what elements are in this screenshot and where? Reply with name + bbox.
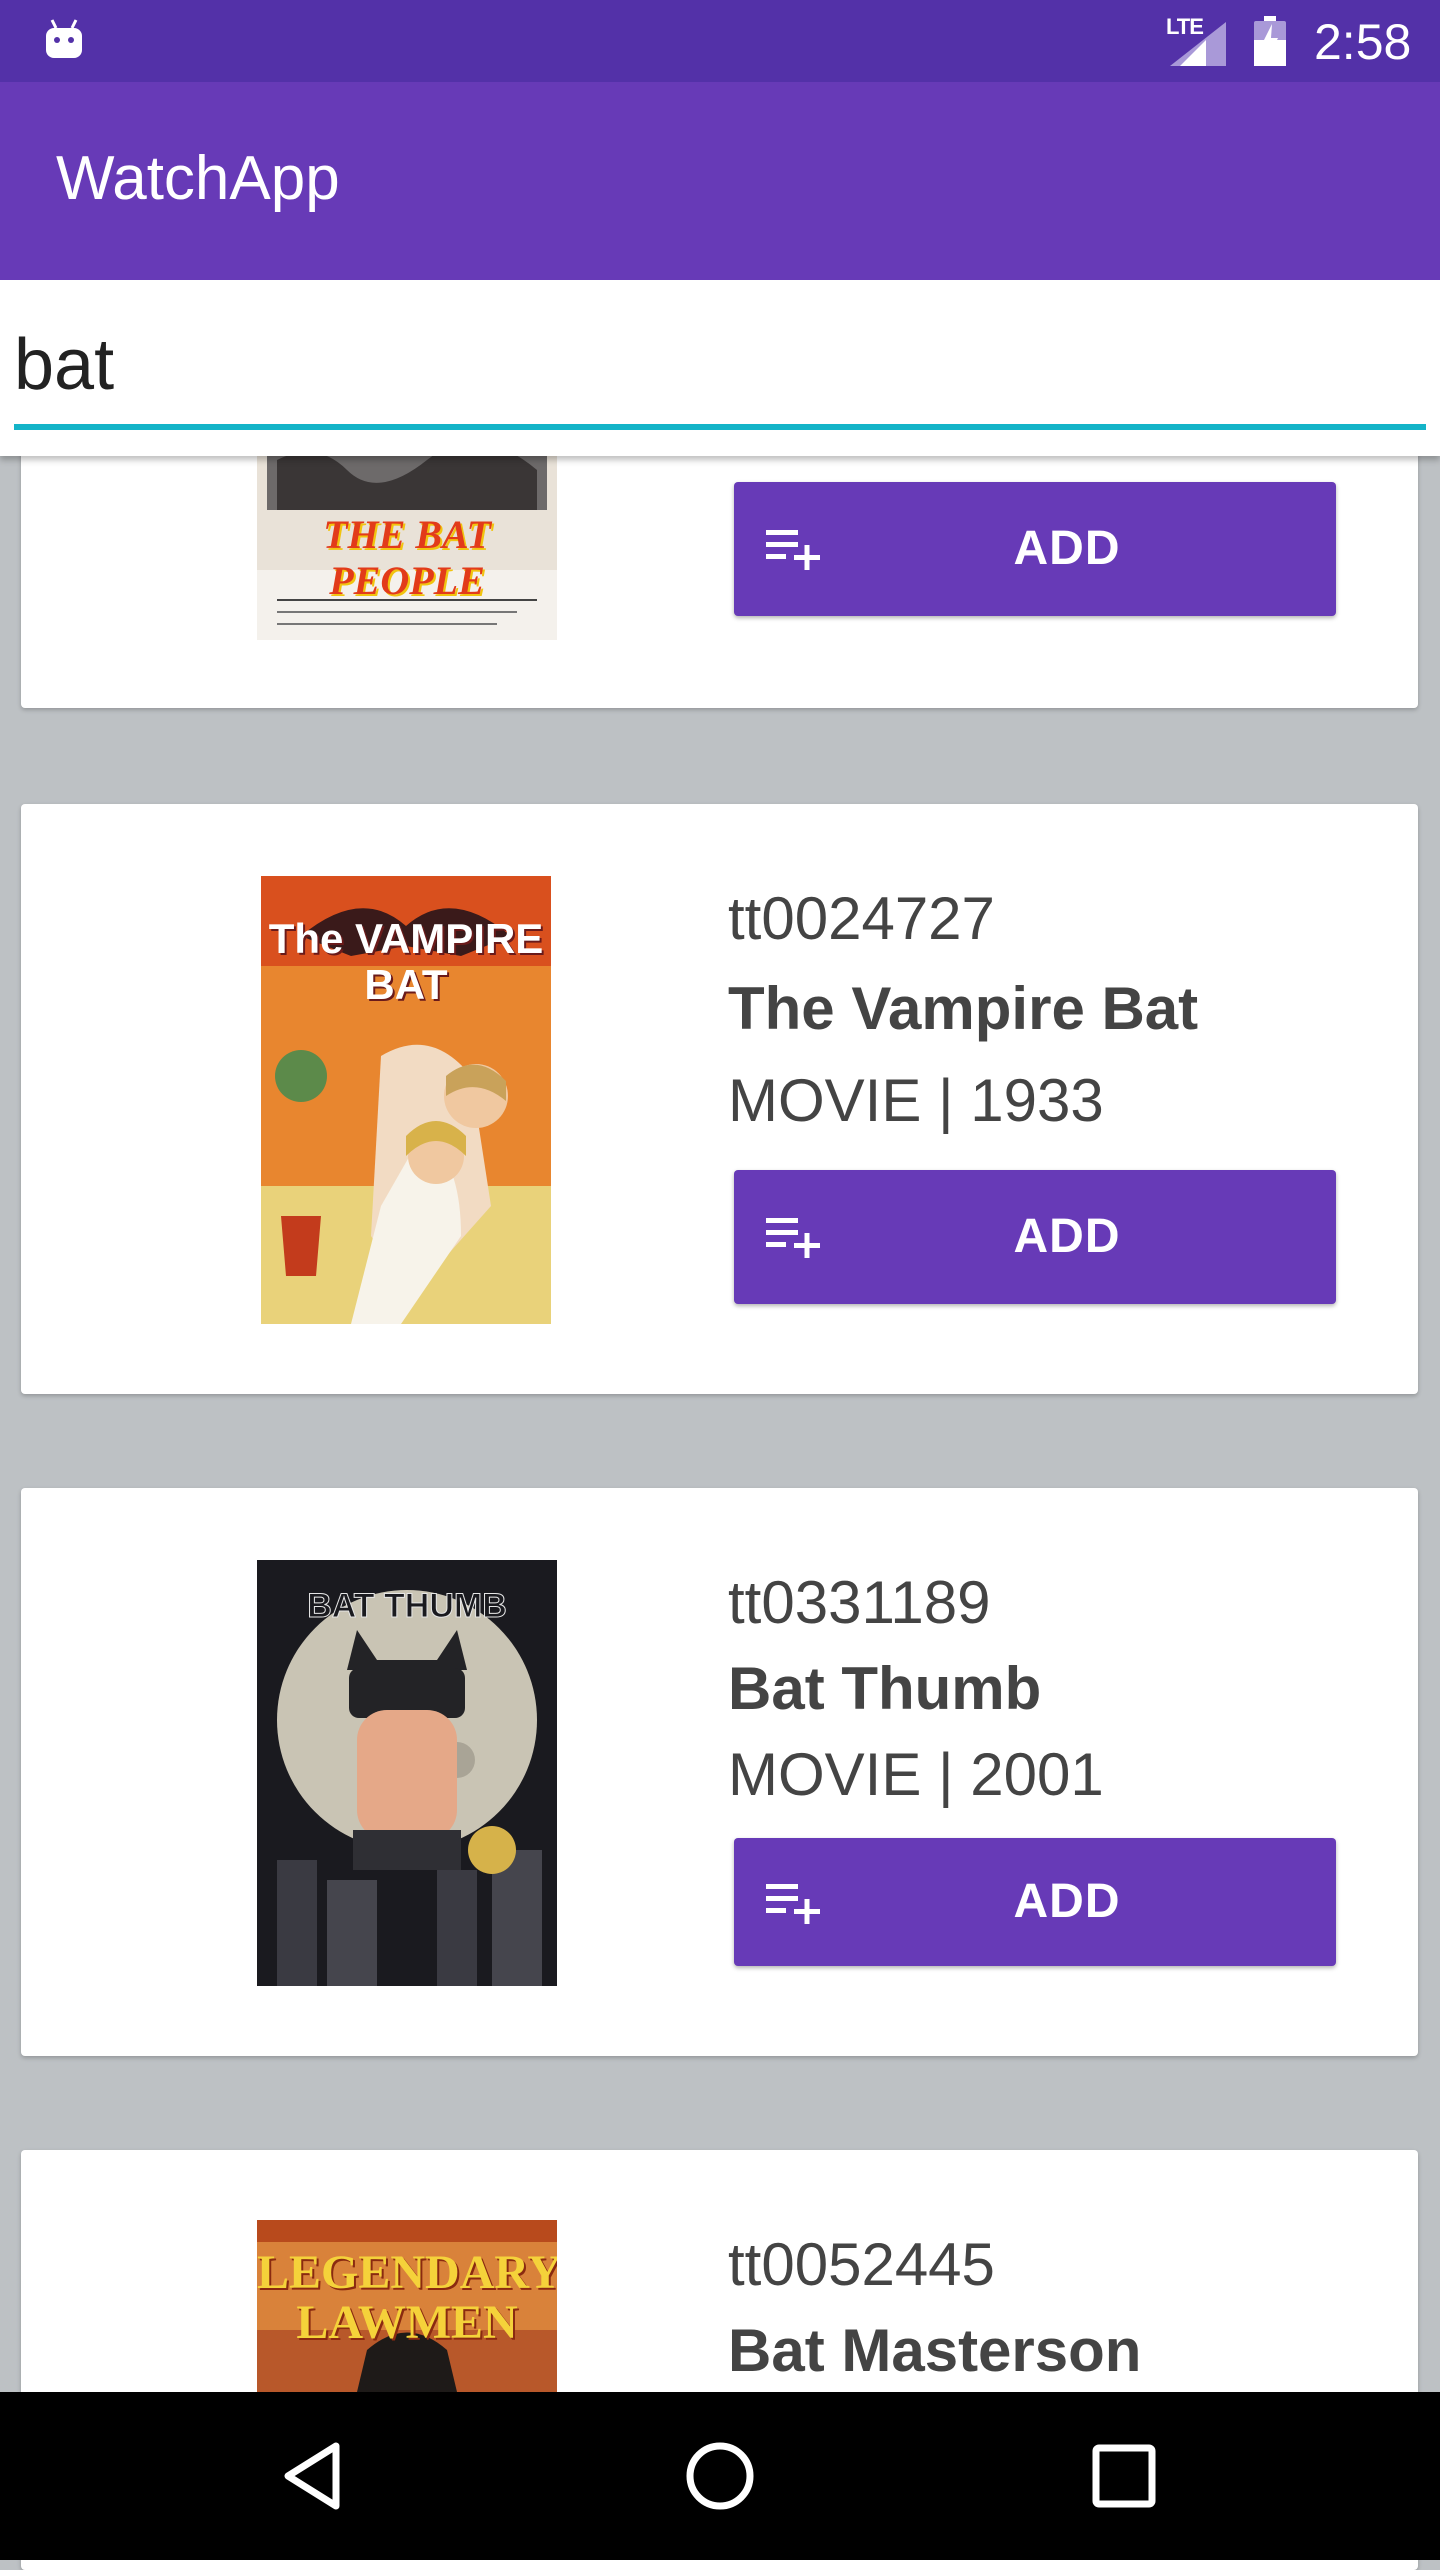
imdb-id: tt0024727 xyxy=(728,885,995,952)
navigation-bar xyxy=(0,2392,1440,2560)
poster-image: BAT THUMB xyxy=(257,1560,557,1986)
movie-meta: MOVIE | 2001 xyxy=(728,1741,1104,1808)
poster-title: BAT THUMB xyxy=(307,1587,508,1626)
home-icon[interactable] xyxy=(680,2436,760,2516)
android-icon xyxy=(46,19,82,58)
poster-title: LEGENDARY LAWMEN xyxy=(257,2246,557,2349)
poster-title: THE BAT PEOPLE xyxy=(323,512,491,603)
movie-title: Bat Thumb xyxy=(728,1655,1042,1722)
poster-image: LEGENDARY LAWMEN xyxy=(257,2220,557,2392)
movie-meta: MOVIE | 1933 xyxy=(728,1067,1104,1134)
battery-icon xyxy=(1254,16,1286,66)
imdb-id: tt0331189 xyxy=(728,1569,991,1636)
recents-icon[interactable] xyxy=(1084,2436,1164,2516)
poster-image: The VAMPIRE BAT xyxy=(261,876,551,1324)
imdb-id: tt0052445 xyxy=(728,2231,995,2298)
search-input[interactable] xyxy=(14,320,1414,410)
add-button[interactable]: ADD xyxy=(734,482,1336,616)
poster-image: THE BAT PEOPLE xyxy=(257,440,557,640)
clock: 2:58 xyxy=(1314,14,1412,70)
add-button[interactable]: ADD xyxy=(734,1170,1336,1304)
signal-icon xyxy=(1170,22,1226,66)
app-title: WatchApp xyxy=(56,144,340,213)
add-button-label: ADD xyxy=(1013,1875,1121,1928)
result-card: BAT THUMB tt0331189 Bat Thumb MOVIE | 20… xyxy=(21,1488,1418,2056)
movie-title: The Vampire Bat xyxy=(728,975,1199,1042)
movie-title: Bat Masterson xyxy=(728,2317,1142,2384)
back-icon[interactable] xyxy=(274,2436,354,2516)
search-underline xyxy=(14,424,1426,430)
add-button-label: ADD xyxy=(1013,522,1121,575)
app-bar: WatchApp xyxy=(0,82,1440,280)
status-bar: LTE 2:58 xyxy=(0,0,1440,82)
add-button[interactable]: ADD xyxy=(734,1838,1336,1966)
result-card: The VAMPIRE BAT tt0024727 The Vampire Ba… xyxy=(21,804,1418,1394)
add-button-label: ADD xyxy=(1013,1210,1121,1263)
poster-title: The VAMPIRE BAT xyxy=(268,915,544,1008)
